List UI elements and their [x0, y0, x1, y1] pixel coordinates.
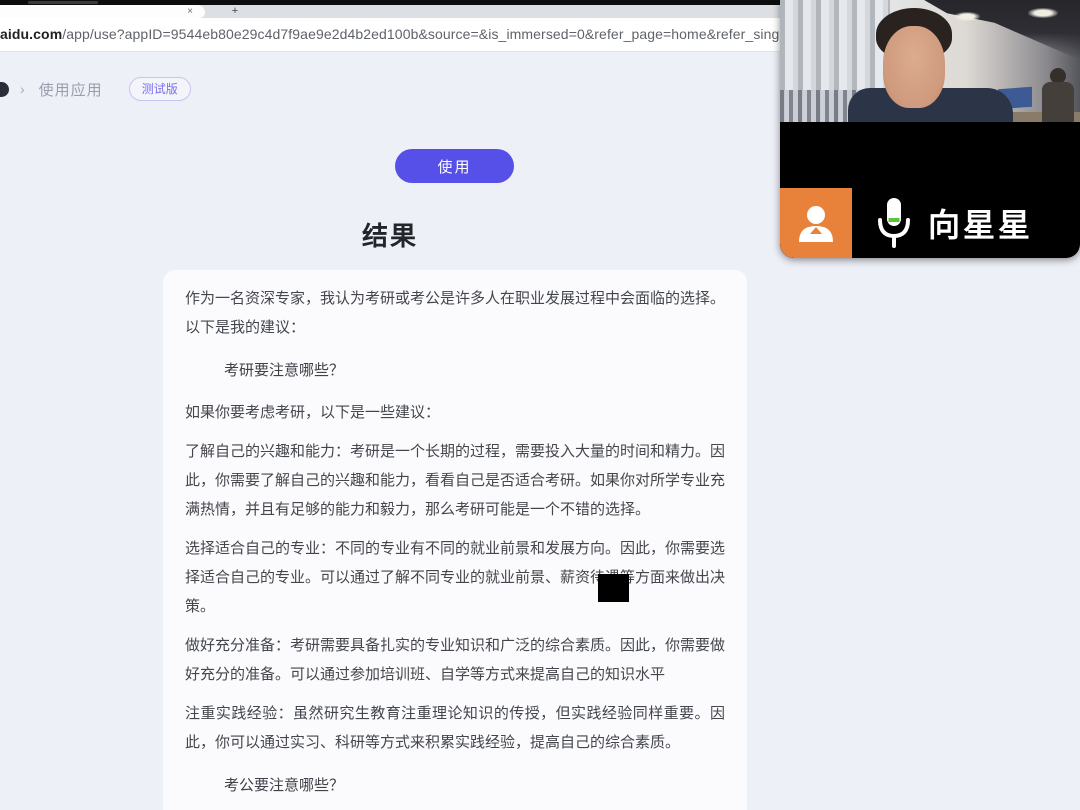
- result-paragraph: 注重实践经验：虽然研究生教育注重理论知识的传授，但实践经验同样重要。因此，你可以…: [185, 699, 725, 757]
- video-speaker-face: [883, 26, 945, 108]
- new-tab-icon[interactable]: +: [228, 5, 242, 18]
- result-paragraph: 了解自己的兴趣和能力：考研是一个长期的过程，需要投入大量的时间和精力。因此，你需…: [185, 437, 725, 524]
- result-paragraph: 作为一名资深专家，我认为考研或考公是许多人在职业发展过程中会面临的选择。以下是我…: [185, 284, 725, 342]
- video-bg-lamp: [1028, 8, 1058, 18]
- use-button[interactable]: 使用: [395, 149, 514, 183]
- mic-icon: [872, 195, 916, 251]
- breadcrumb: › 使用应用 测试版: [0, 76, 191, 102]
- result-paragraph: 选择适合自己的专业：不同的专业有不同的就业前景和发展方向。因此，你需要选择适合自…: [185, 534, 725, 621]
- result-paragraph: 做好充分准备：考研需要具备扎实的专业知识和广泛的综合素质。因此，你需要做好充分的…: [185, 631, 725, 689]
- result-card: 作为一名资深专家，我认为考研或考公是许多人在职业发展过程中会面临的选择。以下是我…: [163, 270, 747, 810]
- video-call-overlay[interactable]: 向星星: [780, 0, 1080, 258]
- chevron-right-icon: ›: [20, 81, 25, 97]
- participant-name: 向星星: [928, 200, 1033, 246]
- result-subheading: 考公要注意哪些？: [185, 771, 725, 800]
- app-logo-icon: [0, 82, 9, 97]
- url-path: /app/use?appID=9544eb80e29c4d7f9ae9e2d4b…: [62, 26, 806, 42]
- url-host: aidu.com: [0, 26, 62, 42]
- redaction-block: [598, 574, 629, 602]
- result-paragraph: 如果你要考虑考研，以下是一些建议：: [185, 398, 725, 427]
- beta-badge: 测试版: [129, 77, 191, 101]
- result-heading: 结果: [0, 216, 780, 253]
- titlebar-text-fragment: [28, 1, 98, 4]
- person-icon: [793, 200, 839, 246]
- webcam-video: [780, 0, 1080, 122]
- avatar: [780, 188, 852, 258]
- video-bg-lamp: [954, 12, 980, 21]
- browser-tab[interactable]: ×: [0, 5, 205, 18]
- tab-close-icon[interactable]: ×: [187, 5, 193, 18]
- breadcrumb-label[interactable]: 使用应用: [39, 79, 103, 100]
- video-bg-person-body: [1042, 82, 1074, 122]
- participant-name-row: 向星星: [780, 188, 1080, 258]
- result-subheading: 考研要注意哪些？: [185, 356, 725, 385]
